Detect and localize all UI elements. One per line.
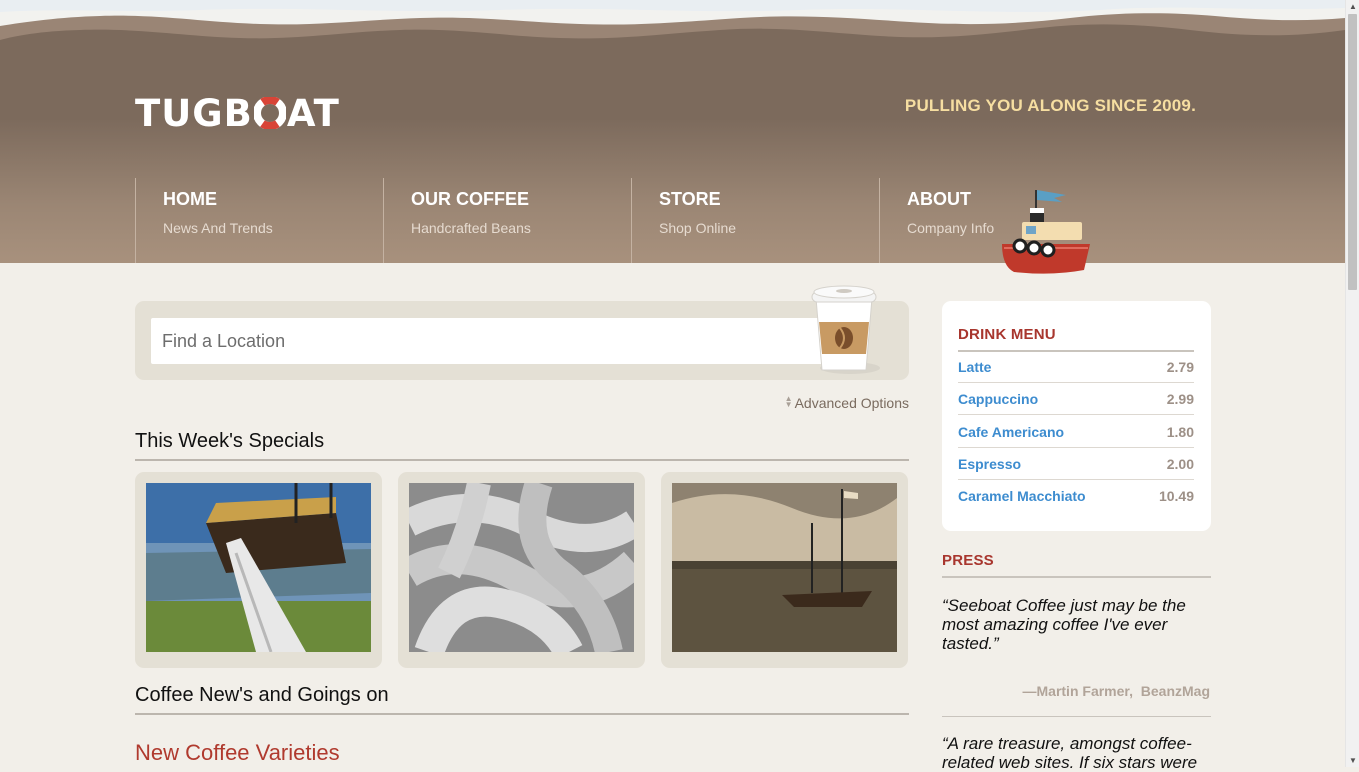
sky-clouds-decoration bbox=[0, 0, 1345, 60]
nav-item-store[interactable]: STORE Shop Online bbox=[631, 178, 879, 263]
life-ring-icon bbox=[253, 97, 286, 129]
drink-name-link[interactable]: Cafe Americano bbox=[958, 424, 1064, 440]
specials-gallery bbox=[135, 472, 908, 668]
press-quote: “Seeboat Coffee just may be the most ama… bbox=[942, 596, 1186, 653]
drink-price: 2.00 bbox=[1166, 455, 1194, 472]
sailboat-sunset-photo bbox=[672, 483, 897, 652]
advanced-options-label: Advanced Options bbox=[794, 395, 909, 411]
special-card[interactable] bbox=[661, 472, 908, 668]
drink-row: Caramel Macchiato 10.49 bbox=[958, 480, 1194, 512]
drink-name-link[interactable]: Cappuccino bbox=[958, 391, 1038, 407]
drink-price: 2.99 bbox=[1166, 390, 1194, 407]
logo-text-end: AT bbox=[286, 91, 340, 135]
drink-row: Espresso 2.00 bbox=[958, 448, 1194, 480]
drink-row: Cappuccino 2.99 bbox=[958, 383, 1194, 415]
tugboat-illustration bbox=[1002, 190, 1090, 274]
special-card[interactable] bbox=[135, 472, 382, 668]
scrollbar-thumb[interactable] bbox=[1348, 14, 1357, 290]
news-item-link[interactable]: New Coffee Varieties bbox=[135, 740, 340, 766]
drink-menu-heading: DRINK MENU bbox=[958, 326, 1194, 352]
press-attribution: —Martin Farmer, BeanzMag bbox=[1022, 683, 1211, 699]
drink-name-link[interactable]: Latte bbox=[958, 359, 991, 375]
site-header: TUGB AT PULLING YOU ALONG SINCE 2009. HO… bbox=[0, 0, 1345, 263]
coiled-rope-photo bbox=[409, 483, 634, 652]
press-divider bbox=[942, 716, 1211, 717]
location-search-input[interactable] bbox=[151, 318, 833, 364]
nav-title: STORE bbox=[659, 189, 721, 209]
nav-subtitle: Shop Online bbox=[659, 220, 737, 236]
tugboat-logo[interactable]: TUGB AT bbox=[135, 91, 340, 135]
nav-title: HOME bbox=[163, 189, 217, 209]
press-heading: PRESS bbox=[942, 552, 1211, 578]
nav-item-our-coffee[interactable]: OUR COFFEE Handcrafted Beans bbox=[383, 178, 631, 263]
sort-arrows-icon: ▲ ▼ bbox=[784, 394, 793, 409]
quote-source: BeanzMag bbox=[1140, 683, 1210, 699]
drink-price: 1.80 bbox=[1166, 423, 1194, 440]
drink-row: Latte 2.79 bbox=[958, 351, 1194, 383]
press-quote: “A rare treasure, amongst coffee-related… bbox=[942, 734, 1198, 772]
drink-name-link[interactable]: Espresso bbox=[958, 456, 1021, 472]
nav-item-home[interactable]: HOME News And Trends bbox=[135, 178, 383, 263]
drink-price: 2.79 bbox=[1166, 358, 1194, 375]
advanced-options-link[interactable]: ▲ ▼ Advanced Options bbox=[784, 394, 909, 412]
drink-menu-card: DRINK MENU Latte 2.79 Cappuccino 2.99 Ca… bbox=[942, 301, 1211, 531]
news-heading: Coffee New's and Goings on bbox=[135, 684, 909, 715]
tall-ship-rope-photo bbox=[146, 483, 371, 652]
scroll-down-arrow-icon[interactable]: ▼ bbox=[1349, 756, 1357, 765]
logo-text-start: TUGB bbox=[135, 91, 253, 135]
drink-row: Cafe Americano 1.80 bbox=[958, 416, 1194, 448]
drink-price: 10.49 bbox=[1158, 488, 1194, 504]
tagline: PULLING YOU ALONG SINCE 2009. bbox=[904, 96, 1196, 115]
quote-author: —Martin Farmer bbox=[1022, 683, 1130, 699]
nav-subtitle: News And Trends bbox=[163, 220, 273, 236]
main-nav: HOME News And Trends OUR COFFEE Handcraf… bbox=[135, 178, 1127, 263]
nav-title: OUR COFFEE bbox=[411, 189, 530, 209]
coffee-cup-icon bbox=[811, 285, 880, 374]
specials-heading: This Week's Specials bbox=[135, 430, 909, 461]
drink-name-link[interactable]: Caramel Macchiato bbox=[958, 488, 1086, 504]
nav-subtitle: Handcrafted Beans bbox=[411, 220, 531, 236]
location-search-panel bbox=[135, 301, 909, 380]
page-scrollbar[interactable]: ▲ ▼ bbox=[1345, 0, 1359, 767]
scroll-up-arrow-icon[interactable]: ▲ bbox=[1349, 2, 1357, 11]
special-card[interactable] bbox=[398, 472, 645, 668]
